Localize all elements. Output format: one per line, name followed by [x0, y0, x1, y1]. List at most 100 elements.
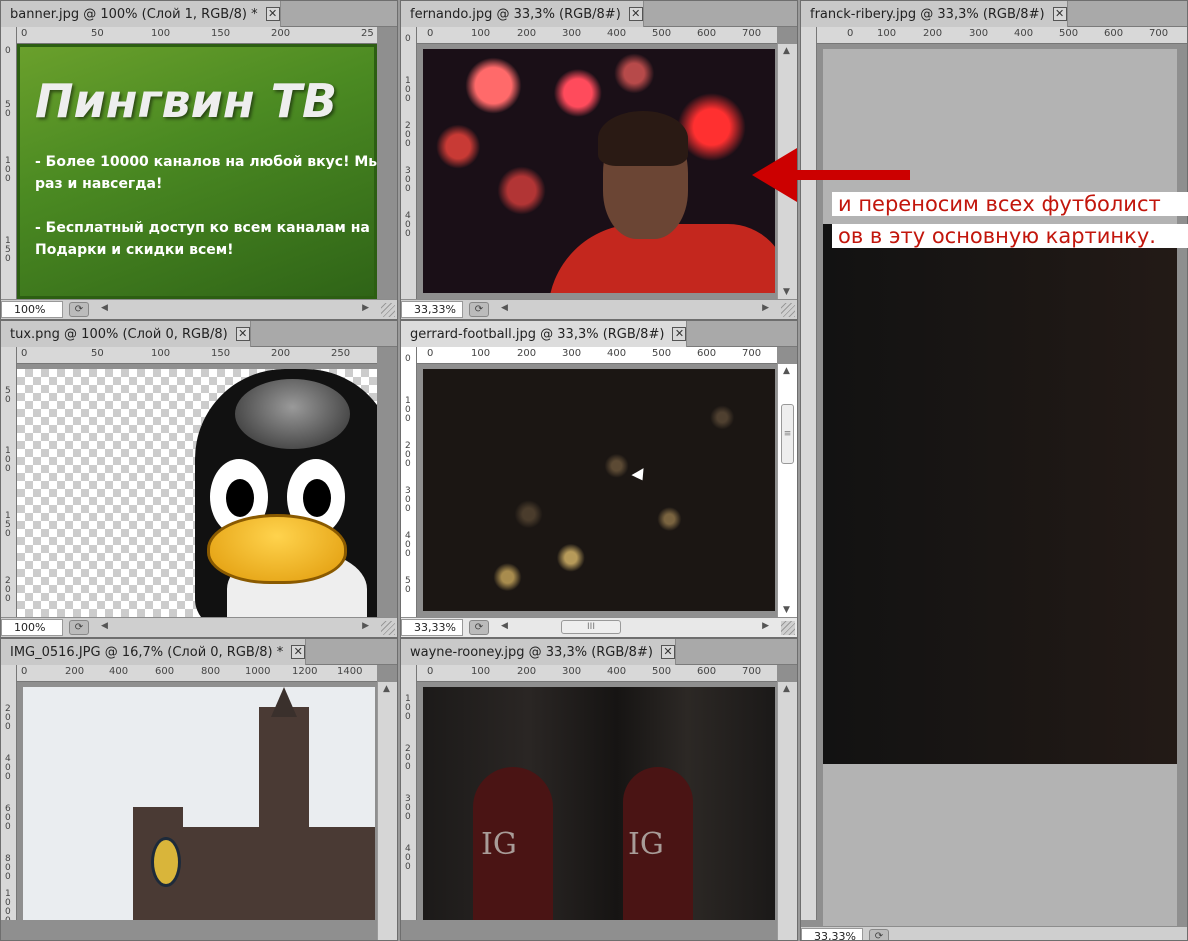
status-bar: 33,33% ⟳	[801, 926, 1187, 940]
close-icon[interactable]: ✕	[1052, 7, 1067, 21]
close-icon[interactable]: ✕	[291, 645, 306, 659]
zoom-field[interactable]: 33,33%	[401, 619, 463, 636]
close-icon[interactable]: ✕	[672, 327, 687, 341]
close-icon[interactable]: ✕	[628, 7, 643, 21]
vertical-scroll-thumb[interactable]: ≡	[781, 404, 794, 464]
close-icon[interactable]: ✕	[265, 7, 280, 21]
ruler-label: 600	[697, 348, 717, 359]
document-tab-rooney[interactable]: wayne-rooney.jpg @ 33,3% (RGB/8#) ✕	[401, 639, 676, 665]
scroll-up-arrow-icon[interactable]: ▲	[783, 46, 790, 56]
canvas-franck[interactable]	[823, 49, 1177, 940]
scroll-left-arrow-icon[interactable]: ◀	[101, 621, 108, 631]
horizontal-ruler: 0 50 100 150 200 250	[17, 347, 377, 364]
ruler-label: 4 0 0	[405, 844, 411, 872]
navigator-icon[interactable]: ⟳	[469, 620, 489, 635]
ruler-label: 4 0 0	[5, 754, 11, 782]
vertical-ruler: 5 0 1 0 0 1 5 0 2 0 0	[1, 347, 17, 617]
ruler-label: 400	[1014, 28, 1034, 39]
document-tab-img0516[interactable]: IMG_0516.JPG @ 16,7% (Слой 0, RGB/8) * ✕	[1, 639, 307, 665]
tux-head-highlight	[235, 379, 350, 449]
canvas-gerrard[interactable]	[423, 369, 775, 611]
document-tab-gerrard[interactable]: gerrard-football.jpg @ 33,3% (RGB/8#) ✕	[401, 321, 688, 347]
canvas-fernando[interactable]	[423, 49, 775, 293]
ruler-label: 300	[562, 666, 582, 677]
scroll-right-arrow-icon[interactable]: ▶	[362, 621, 369, 631]
resize-grip-icon[interactable]	[381, 621, 395, 635]
ruler-label: 5 0	[405, 576, 411, 595]
scroll-left-arrow-icon[interactable]: ◀	[101, 303, 108, 313]
ruler-label: 200	[517, 666, 537, 677]
tower-spire	[271, 687, 297, 717]
document-tab-tux[interactable]: tux.png @ 100% (Слой 0, RGB/8) ✕	[1, 321, 251, 347]
horizontal-ruler: 0 100 200 300 400 500 600 700	[417, 347, 777, 364]
zoom-field[interactable]: 33,33%	[801, 928, 863, 940]
canvas-background	[823, 49, 1177, 940]
canvas-rooney[interactable]: IG IG	[423, 687, 775, 920]
navigator-icon[interactable]: ⟳	[869, 929, 889, 940]
ruler-label: 100	[471, 28, 491, 39]
scroll-up-arrow-icon[interactable]: ▲	[783, 366, 790, 376]
resize-grip-icon[interactable]	[381, 303, 395, 317]
ruler-label: 200	[517, 348, 537, 359]
ruler-label: 0	[21, 348, 28, 359]
ruler-label: 0	[405, 34, 411, 44]
scroll-right-arrow-icon[interactable]: ▶	[762, 303, 769, 313]
ruler-label: 1 5 0	[5, 511, 11, 539]
scroll-down-arrow-icon[interactable]: ▼	[783, 605, 790, 615]
scroll-up-arrow-icon[interactable]: ▲	[783, 684, 790, 694]
franck-photo	[823, 224, 1177, 764]
ruler-label: 2 0 0	[5, 704, 11, 732]
canvas-banner[interactable]: Пингвин ТВ - Более 10000 каналов на любо…	[17, 44, 377, 299]
document-tab-banner[interactable]: banner.jpg @ 100% (Слой 1, RGB/8) * ✕	[1, 1, 281, 27]
canvas-tux[interactable]	[17, 369, 377, 617]
document-window-fernando[interactable]: fernando.jpg @ 33,3% (RGB/8#) ✕ 0 100 20…	[400, 0, 798, 320]
scroll-right-arrow-icon[interactable]: ▶	[762, 621, 769, 631]
ruler-label: 0	[427, 28, 434, 39]
zoom-field[interactable]: 100%	[1, 301, 63, 318]
scroll-down-arrow-icon[interactable]: ▼	[783, 287, 790, 297]
navigator-icon[interactable]: ⟳	[69, 302, 89, 317]
vertical-ruler: 1 0 0 2 0 0 3 0 0 4 0 0	[401, 665, 417, 920]
document-tab-fernando[interactable]: fernando.jpg @ 33,3% (RGB/8#) ✕	[401, 1, 644, 27]
document-window-franck[interactable]: franck-ribery.jpg @ 33,3% (RGB/8#) ✕ 0 1…	[800, 0, 1188, 941]
document-title: franck-ribery.jpg @ 33,3% (RGB/8#)	[810, 6, 1045, 22]
ruler-label: 250	[331, 348, 351, 359]
vertical-ruler: 0 1 0 0 2 0 0 3 0 0 4 0 0	[401, 27, 417, 299]
scroll-left-arrow-icon[interactable]: ◀	[501, 621, 508, 631]
scroll-up-arrow-icon[interactable]: ▲	[383, 684, 390, 694]
canvas-img0516[interactable]	[23, 687, 375, 920]
document-title: tux.png @ 100% (Слой 0, RGB/8)	[10, 326, 228, 342]
vertical-scrollbar[interactable]: ▲	[377, 682, 397, 940]
horizontal-ruler: 0 100 200 300 400 500 600 700	[817, 27, 1187, 44]
banner-text-line: - Более 10000 каналов на любой вкус! Мы	[35, 154, 377, 170]
document-window-tux[interactable]: tux.png @ 100% (Слой 0, RGB/8) ✕ 0 50 10…	[0, 320, 398, 638]
document-title: banner.jpg @ 100% (Слой 1, RGB/8) *	[10, 6, 258, 22]
player-hair	[598, 111, 688, 166]
vertical-scrollbar[interactable]: ▲	[777, 682, 797, 940]
ruler-label: 600	[1104, 28, 1124, 39]
resize-grip-icon[interactable]	[781, 303, 795, 317]
tux-pupil	[226, 479, 254, 517]
document-window-img0516[interactable]: IMG_0516.JPG @ 16,7% (Слой 0, RGB/8) * ✕…	[0, 638, 398, 941]
horizontal-scroll-thumb[interactable]: III	[561, 620, 621, 634]
navigator-icon[interactable]: ⟳	[469, 302, 489, 317]
close-icon[interactable]: ✕	[235, 327, 250, 341]
banner-image: Пингвин ТВ - Более 10000 каналов на любо…	[17, 44, 377, 299]
scroll-right-arrow-icon[interactable]: ▶	[362, 303, 369, 313]
document-window-gerrard[interactable]: gerrard-football.jpg @ 33,3% (RGB/8#) ✕ …	[400, 320, 798, 638]
document-window-rooney[interactable]: wayne-rooney.jpg @ 33,3% (RGB/8#) ✕ 0 10…	[400, 638, 798, 941]
scroll-left-arrow-icon[interactable]: ◀	[501, 303, 508, 313]
ruler-label: 1200	[292, 666, 318, 677]
vertical-scrollbar[interactable]: ▲ ≡ ▼	[777, 364, 797, 617]
zoom-field[interactable]: 100%	[1, 619, 63, 636]
document-window-banner[interactable]: banner.jpg @ 100% (Слой 1, RGB/8) * ✕ 0 …	[0, 0, 398, 320]
document-tab-franck[interactable]: franck-ribery.jpg @ 33,3% (RGB/8#) ✕	[801, 1, 1068, 27]
zoom-field[interactable]: 33,33%	[401, 301, 463, 318]
close-icon[interactable]: ✕	[660, 645, 675, 659]
navigator-icon[interactable]: ⟳	[69, 620, 89, 635]
ruler-label: 0	[427, 348, 434, 359]
ruler-label: 100	[471, 348, 491, 359]
ruler-label: 0	[21, 28, 28, 39]
resize-grip-icon[interactable]	[781, 621, 795, 635]
ruler-label: 400	[607, 348, 627, 359]
